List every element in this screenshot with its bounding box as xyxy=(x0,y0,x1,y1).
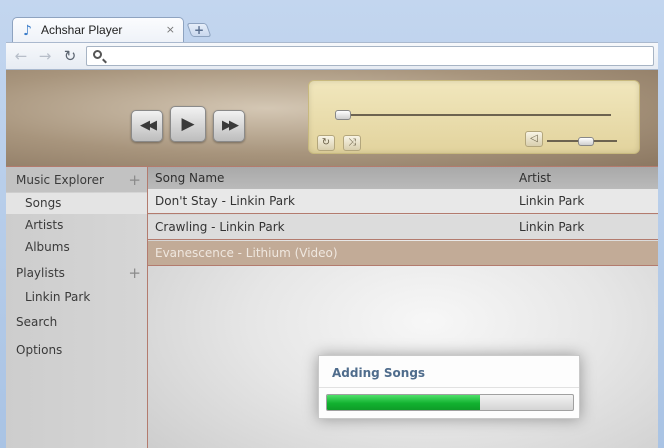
music-note-icon: ♪ xyxy=(23,23,32,39)
seek-track[interactable] xyxy=(341,114,611,116)
play-icon: ▶ xyxy=(181,114,195,134)
seek-handle[interactable] xyxy=(335,110,351,120)
sidebar-item-label: Artists xyxy=(25,218,64,232)
next-button[interactable]: ▶▶ xyxy=(213,110,245,142)
volume-handle[interactable] xyxy=(578,137,594,146)
sidebar-playlists-label: Playlists xyxy=(16,266,65,280)
sidebar-item-label: Songs xyxy=(25,196,62,210)
add-library-plus-icon[interactable]: + xyxy=(128,167,141,193)
table-row[interactable]: Don't Stay - Linkin Park Linkin Park xyxy=(148,189,658,214)
new-tab-button[interactable]: + xyxy=(186,23,212,37)
sidebar-item-playlist-linkin-park[interactable]: Linkin Park xyxy=(6,287,147,308)
sidebar-item-artists[interactable]: Artists xyxy=(6,215,147,236)
sidebar-item-label: Albums xyxy=(25,240,70,254)
sidebar-item-albums[interactable]: Albums xyxy=(6,237,147,258)
address-input[interactable] xyxy=(109,49,653,65)
sidebar-options-label: Options xyxy=(16,343,63,357)
table-row-selected[interactable]: Evanescence - Lithium (Video) xyxy=(148,241,658,266)
player-controls-bar: ◀◀ ▶ ▶▶ ↻ ⤨ ◁ xyxy=(6,70,658,166)
achshar-player-app: ◀◀ ▶ ▶▶ ↻ ⤨ ◁ Music Explorer + Songs Art… xyxy=(6,70,658,448)
sidebar-music-explorer-label: Music Explorer xyxy=(16,173,104,187)
volume-button[interactable]: ◁ xyxy=(525,131,543,147)
plus-icon: + xyxy=(193,23,205,37)
close-tab-icon[interactable]: × xyxy=(166,24,175,36)
sidebar-options[interactable]: Options xyxy=(6,337,147,363)
song-name-cell: Evanescence - Lithium (Video) xyxy=(155,246,338,260)
back-arrow-icon[interactable]: ← xyxy=(12,47,30,65)
sidebar-search-label: Search xyxy=(16,315,58,329)
search-icon xyxy=(93,50,102,59)
table-row[interactable]: Crawling - Linkin Park Linkin Park xyxy=(148,215,658,240)
song-name-cell: Don't Stay - Linkin Park xyxy=(155,194,296,208)
previous-icon: ◀◀ xyxy=(140,118,157,133)
browser-tab[interactable]: ♪ Achshar Player × xyxy=(12,17,184,43)
column-header-artist[interactable]: Artist xyxy=(519,167,551,189)
browser-toolbar: ← → ↻ xyxy=(6,42,658,70)
play-button[interactable]: ▶ xyxy=(170,106,206,142)
shuffle-icon: ⤨ xyxy=(348,137,356,148)
sidebar-music-explorer[interactable]: Music Explorer + xyxy=(6,166,147,192)
reload-icon[interactable]: ↻ xyxy=(61,47,79,65)
sidebar-playlists[interactable]: Playlists + xyxy=(6,260,147,286)
progress-bar-fill xyxy=(327,395,480,410)
artist-cell: Linkin Park xyxy=(519,220,585,234)
repeat-icon: ↻ xyxy=(321,137,331,148)
artist-cell: Linkin Park xyxy=(519,194,585,208)
tab-title: Achshar Player xyxy=(41,23,123,37)
sidebar-item-label: Linkin Park xyxy=(25,290,91,304)
column-header-song-name[interactable]: Song Name xyxy=(155,167,224,189)
repeat-button[interactable]: ↻ xyxy=(317,135,335,151)
address-bar[interactable] xyxy=(86,46,654,66)
speaker-icon: ◁ xyxy=(530,133,538,144)
adding-songs-dialog: Adding Songs xyxy=(318,355,580,419)
shuffle-button[interactable]: ⤨ xyxy=(343,135,361,151)
seek-panel: ↻ ⤨ ◁ xyxy=(308,80,640,154)
sidebar: Music Explorer + Songs Artists Albums Pl… xyxy=(6,166,148,448)
sidebar-search[interactable]: Search xyxy=(6,309,147,335)
next-icon: ▶▶ xyxy=(222,118,239,133)
dialog-title: Adding Songs xyxy=(332,366,426,380)
dialog-divider xyxy=(319,387,579,388)
forward-arrow-icon[interactable]: → xyxy=(36,47,54,65)
table-header: Song Name Artist xyxy=(148,167,658,189)
sidebar-item-songs[interactable]: Songs xyxy=(6,193,147,214)
browser-window: ♪ Achshar Player × + ← → ↻ ◀◀ ▶ ▶▶ ↻ ⤨ ◁… xyxy=(0,0,664,448)
song-name-cell: Crawling - Linkin Park xyxy=(155,220,285,234)
progress-bar xyxy=(326,394,574,411)
add-playlist-plus-icon[interactable]: + xyxy=(128,260,141,286)
previous-button[interactable]: ◀◀ xyxy=(131,110,163,142)
